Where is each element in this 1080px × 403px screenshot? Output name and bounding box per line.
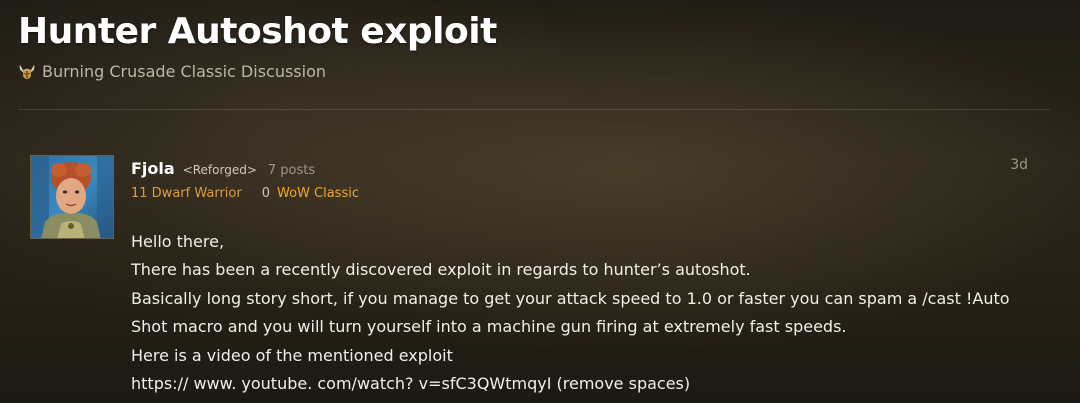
post-date[interactable]: 3d: [1010, 157, 1028, 173]
author-post-count: 7 posts: [267, 163, 316, 178]
character-avatar: [31, 156, 113, 238]
author-row: Fjola <Reforged> 7 posts: [131, 158, 359, 182]
post-line: Here is a video of the mentioned exploit: [131, 345, 453, 365]
author-info-row: 11 Dwarf Warrior 0 WoW Classic: [131, 186, 359, 201]
author-name[interactable]: Fjola: [131, 158, 175, 180]
category-label: Burning Crusade Classic Discussion: [42, 62, 327, 81]
author-realm[interactable]: WoW Classic: [277, 186, 359, 201]
post-line: Hello there,: [131, 232, 225, 251]
post-meta: Fjola <Reforged> 7 posts 11 Dwarf Warrio…: [131, 158, 359, 201]
header-divider: [18, 109, 1050, 110]
author-character[interactable]: 11 Dwarf Warrior: [131, 186, 242, 201]
post-body: Hello there, There has been a recently d…: [131, 228, 1031, 398]
post-line: Basically long story short, if you manag…: [131, 288, 1010, 308]
avatar[interactable]: [30, 155, 114, 239]
topic-header: Hunter Autoshot exploit Burning Crusade …: [18, 8, 1050, 81]
post-line: There has been a recently discovered exp…: [131, 260, 751, 280]
post-line: Shot macro and you will turn yourself in…: [131, 317, 847, 337]
post-line: https:// www. youtube. com/watch? v=sfC3…: [131, 374, 691, 394]
author-guild: <Reforged>: [182, 163, 257, 177]
achievement-points: 0: [261, 186, 270, 201]
horned-helmet-icon: [19, 64, 35, 79]
category-link[interactable]: Burning Crusade Classic Discussion: [18, 62, 1050, 81]
topic-title: Hunter Autoshot exploit: [18, 11, 497, 52]
